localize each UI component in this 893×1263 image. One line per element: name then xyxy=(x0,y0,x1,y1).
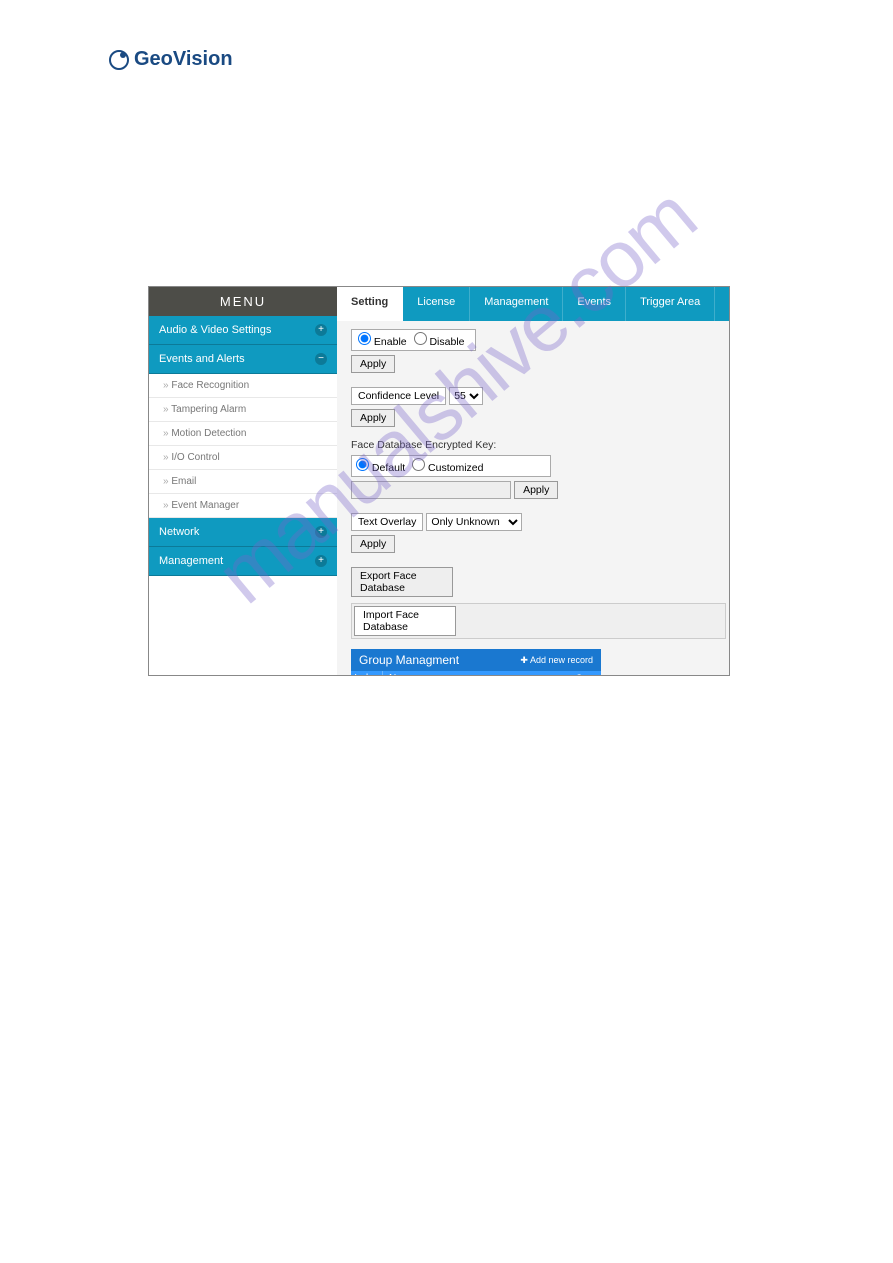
encrypt-key-input[interactable] xyxy=(351,481,511,499)
sidebar-section-network[interactable]: Network + xyxy=(149,518,337,547)
enable-disable-group: Enable Disable xyxy=(351,329,476,351)
group-header-actions: ⟳ xyxy=(559,671,601,676)
apply-confidence-button[interactable]: Apply xyxy=(351,409,395,427)
add-new-record-button[interactable]: ✚ Add new record xyxy=(520,655,593,666)
globe-icon xyxy=(108,49,130,71)
sidebar-section-events-alerts[interactable]: Events and Alerts − xyxy=(149,345,337,374)
sidebar-item-event-manager[interactable]: Event Manager xyxy=(149,494,337,518)
sidebar-item-face-recognition[interactable]: Face Recognition xyxy=(149,374,337,398)
export-face-db-button[interactable]: Export Face Database xyxy=(351,567,453,597)
menu-header: MENU xyxy=(149,287,337,316)
encrypt-key-label: Face Database Encrypted Key: xyxy=(351,439,715,451)
encrypt-default-label: Default xyxy=(372,462,405,474)
logo-text: GeoVision xyxy=(134,48,233,71)
encrypt-default-radio[interactable] xyxy=(356,458,369,471)
group-management-panel: Group Managment ✚ Add new record Index N… xyxy=(351,649,601,676)
tab-setting[interactable]: Setting xyxy=(337,287,403,321)
confidence-level-label: Confidence Level xyxy=(351,387,446,405)
sidebar-section-label: Events and Alerts xyxy=(159,353,245,365)
plus-icon: + xyxy=(315,526,327,538)
enable-radio[interactable] xyxy=(358,332,371,345)
sidebar-section-label: Network xyxy=(159,526,199,538)
sidebar-item-io-control[interactable]: I/O Control xyxy=(149,446,337,470)
sidebar-item-tampering-alarm[interactable]: Tampering Alarm xyxy=(149,398,337,422)
disable-label: Disable xyxy=(429,336,464,348)
confidence-level-select[interactable]: 55 xyxy=(449,387,483,405)
sidebar-item-motion-detection[interactable]: Motion Detection xyxy=(149,422,337,446)
encrypt-custom-label: Customized xyxy=(428,462,483,474)
refresh-icon[interactable]: ⟳ xyxy=(576,673,584,676)
sidebar-section-audio-video[interactable]: Audio & Video Settings + xyxy=(149,316,337,345)
add-new-record-label: Add new record xyxy=(530,655,593,665)
apply-encrypt-button[interactable]: Apply xyxy=(514,481,558,499)
import-bar: Import Face Database xyxy=(351,603,726,639)
plus-icon: + xyxy=(315,555,327,567)
sidebar: MENU Audio & Video Settings + Events and… xyxy=(149,287,337,675)
settings-content: Enable Disable Apply Confidence Level 55… xyxy=(337,321,729,676)
minus-icon: − xyxy=(315,353,327,365)
text-overlay-label: Text Overlay xyxy=(351,513,423,531)
tab-bar: Setting License Management Events Trigge… xyxy=(337,287,729,321)
app-frame: MENU Audio & Video Settings + Events and… xyxy=(148,286,730,676)
plus-icon: ✚ xyxy=(520,655,528,665)
import-face-db-button[interactable]: Import Face Database xyxy=(354,606,456,636)
tab-events[interactable]: Events xyxy=(563,287,626,321)
tab-trigger-area[interactable]: Trigger Area xyxy=(626,287,715,321)
encrypt-key-mode-group: Default Customized xyxy=(351,455,551,477)
text-overlay-select[interactable]: Only Unknown xyxy=(426,513,522,531)
enable-label: Enable xyxy=(374,336,407,348)
group-table-header: Index Name ⟳ xyxy=(351,671,601,676)
apply-text-overlay-button[interactable]: Apply xyxy=(351,535,395,553)
encrypt-custom-radio[interactable] xyxy=(412,458,425,471)
sidebar-section-label: Management xyxy=(159,555,223,567)
sidebar-section-management[interactable]: Management + xyxy=(149,547,337,576)
sidebar-section-label: Audio & Video Settings xyxy=(159,324,271,336)
tab-management[interactable]: Management xyxy=(470,287,563,321)
apply-enable-button[interactable]: Apply xyxy=(351,355,395,373)
sidebar-item-email[interactable]: Email xyxy=(149,470,337,494)
tab-license[interactable]: License xyxy=(403,287,470,321)
disable-radio[interactable] xyxy=(414,332,427,345)
geovision-logo: GeoVision xyxy=(108,48,233,71)
plus-icon: + xyxy=(315,324,327,336)
group-management-title: Group Managment xyxy=(359,653,459,667)
main-panel: Setting License Management Events Trigge… xyxy=(337,287,729,675)
group-header-index: Index xyxy=(351,671,383,676)
group-header-name: Name xyxy=(383,671,559,676)
